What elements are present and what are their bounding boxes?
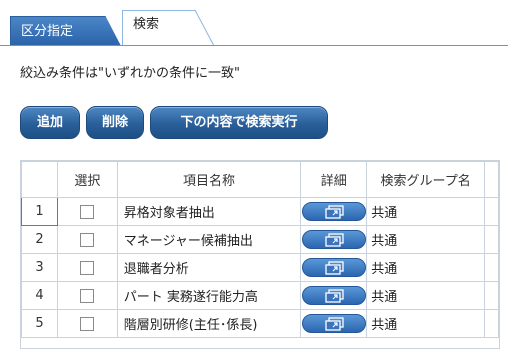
filter-condition-text: 絞込み条件は"いずれかの条件に一致": [20, 66, 240, 81]
item-name: 昇格対象者抽出: [116, 197, 302, 226]
popup-window-icon: [325, 317, 344, 331]
group-name: 共通: [366, 281, 485, 310]
scroll-gutter-header: [484, 161, 499, 198]
tab-baseline: [0, 45, 508, 46]
row-gutter: [484, 225, 499, 254]
tab-category[interactable]: 区分指定: [10, 16, 121, 46]
table-row[interactable]: 2 マネージャー候補抽出 共通: [21, 225, 499, 254]
table-row[interactable]: 5 階層別研修(主任･係長) 共通: [21, 309, 499, 338]
detail-cell: [300, 225, 368, 254]
tab-search[interactable]: 検索: [122, 10, 214, 46]
select-cell: [56, 225, 118, 254]
row-number: 3: [21, 253, 58, 282]
item-name: パート 実務遂行能力高: [116, 281, 302, 310]
item-name: 退職者分析: [116, 253, 302, 282]
select-cell: [56, 197, 118, 226]
popup-window-icon: [325, 205, 344, 219]
table-row[interactable]: 4 パート 実務遂行能力高 共通: [21, 281, 499, 310]
group-name: 共通: [366, 197, 485, 226]
tab-edge: [194, 10, 214, 46]
delete-button[interactable]: 削除: [86, 106, 144, 139]
detail-button[interactable]: [301, 286, 366, 305]
row-select-checkbox[interactable]: [80, 288, 95, 303]
select-column-header: 選択: [56, 161, 118, 198]
select-cell: [56, 281, 118, 310]
row-select-checkbox[interactable]: [80, 316, 95, 331]
detail-button[interactable]: [301, 258, 366, 277]
row-gutter: [484, 309, 499, 338]
row-select-checkbox[interactable]: [80, 232, 95, 247]
table-header-row: 選択 項目名称 詳細 検索グループ名: [21, 161, 499, 198]
table-row[interactable]: 3 退職者分析 共通: [21, 253, 499, 282]
row-number: 2: [21, 225, 58, 254]
detail-cell: [300, 309, 368, 338]
tab-category-label: 区分指定: [21, 24, 74, 39]
detail-column-header: 詳細: [300, 161, 368, 198]
select-cell: [56, 253, 118, 282]
add-button[interactable]: 追加: [20, 106, 80, 139]
row-gutter: [484, 253, 499, 282]
popup-window-icon: [325, 289, 344, 303]
detail-button[interactable]: [301, 202, 366, 221]
search-execute-button[interactable]: 下の内容で検索実行: [150, 106, 328, 139]
row-gutter: [484, 197, 499, 226]
detail-button[interactable]: [301, 314, 366, 333]
detail-cell: [300, 197, 368, 226]
group-name: 共通: [366, 253, 485, 282]
row-number: 1: [21, 197, 58, 226]
item-name-column-header: 項目名称: [116, 161, 302, 198]
tab-search-label: 検索: [133, 17, 160, 32]
group-column-header: 検索グループ名: [366, 161, 485, 198]
popup-window-icon: [325, 233, 344, 247]
select-cell: [56, 309, 118, 338]
tab-bar: 区分指定 検索: [0, 0, 508, 46]
item-name: マネージャー候補抽出: [116, 225, 302, 254]
search-items-table: 選択 項目名称 詳細 検索グループ名 1 昇格対象者抽出 共通 2 マネージャー…: [21, 161, 499, 338]
detail-button[interactable]: [301, 230, 366, 249]
item-name: 階層別研修(主任･係長): [116, 309, 302, 338]
row-select-checkbox[interactable]: [80, 204, 95, 219]
row-gutter: [484, 281, 499, 310]
table-row[interactable]: 1 昇格対象者抽出 共通: [21, 197, 499, 226]
group-name: 共通: [366, 309, 485, 338]
row-number: 5: [21, 309, 58, 338]
row-select-checkbox[interactable]: [80, 260, 95, 275]
group-name: 共通: [366, 225, 485, 254]
search-items-grid: 選択 項目名称 詳細 検索グループ名 1 昇格対象者抽出 共通 2 マネージャー…: [20, 160, 500, 349]
popup-window-icon: [325, 261, 344, 275]
detail-cell: [300, 253, 368, 282]
row-number: 4: [21, 281, 58, 310]
detail-cell: [300, 281, 368, 310]
row-number-header: [21, 161, 58, 198]
